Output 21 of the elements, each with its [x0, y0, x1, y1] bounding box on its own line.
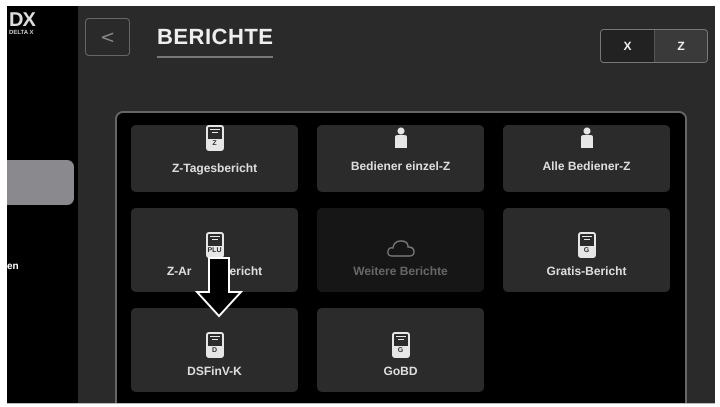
tile-label: Alle Bediener-Z [542, 159, 631, 173]
back-button[interactable]: < [85, 18, 130, 56]
toggle-option[interactable]: X [601, 30, 654, 62]
person-icon [580, 127, 594, 149]
tile-label: ericht [229, 264, 262, 278]
toggle-option[interactable]: Z [654, 30, 707, 62]
tile-label: GoBD [384, 364, 418, 378]
page-title: BERICHTE [157, 24, 274, 58]
tile-label: Z-Tagesbericht [172, 161, 258, 175]
tile-label: Weitere Berichte [353, 264, 448, 278]
report-tile[interactable]: Alle Bediener-Z [503, 125, 670, 192]
tile-label: DSFinV-K [187, 364, 242, 378]
person-icon [394, 127, 408, 149]
tile-label: Gratis-Bericht [546, 264, 627, 278]
sidebar-item[interactable] [7, 160, 74, 205]
report-tile[interactable]: Bediener einzel-Z [317, 125, 484, 192]
tile-label: Bediener einzel-Z [350, 159, 450, 173]
cloud-icon [386, 238, 416, 258]
sidebar-item[interactable]: en [7, 244, 74, 289]
tile-label: Z-Ar [166, 264, 192, 278]
logo-mark: DX [9, 10, 36, 30]
